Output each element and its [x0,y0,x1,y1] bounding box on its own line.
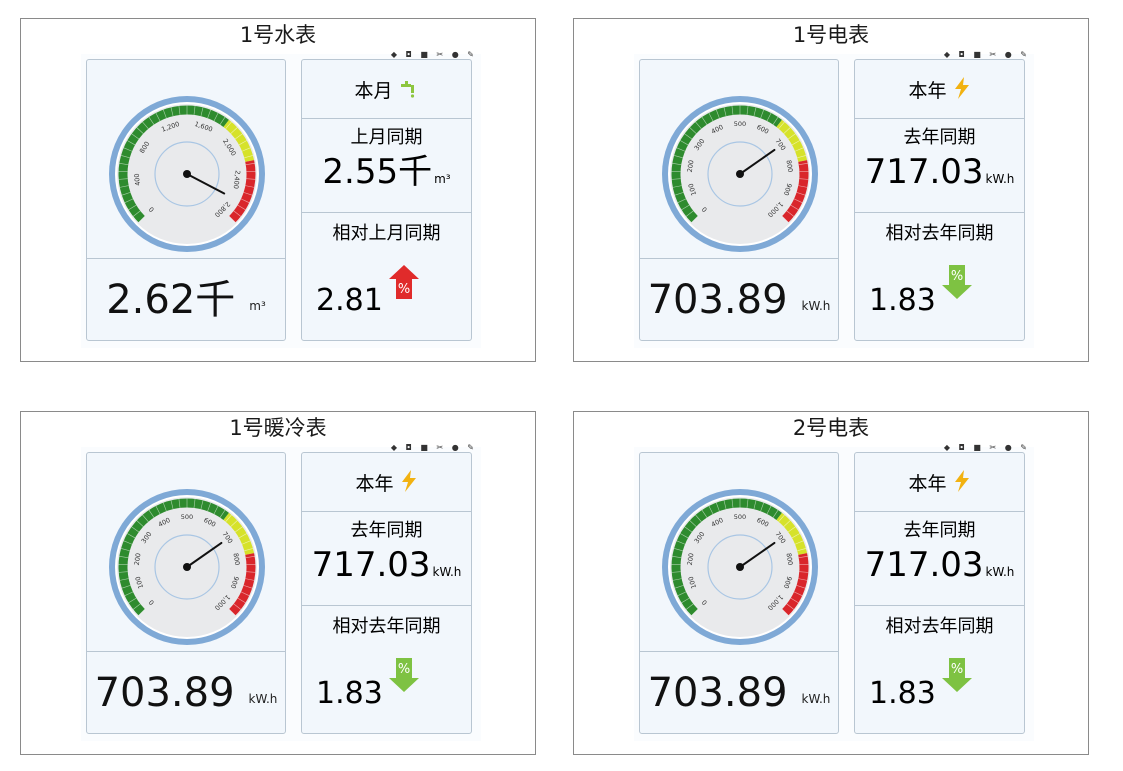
relative-change: 相对去年同期 1.83 % [855,605,1024,733]
current-value: 703.89 [647,670,788,716]
percent-down-arrow-icon: % [389,658,419,692]
period-label: 本年 [908,79,947,102]
svg-text:%: % [398,662,410,677]
gauge-hub [183,563,191,571]
previous-period: 去年同期 717.03 kW.h [855,511,1024,606]
current-unit: kW.h [801,299,831,313]
period-label: 本年 [355,472,394,495]
panel-title: 1号暖冷表 [229,416,327,440]
previous-value: 2.55千 [322,152,433,192]
meter-widget: ◆ ◘ ■ ✂ ● ✎ 0 100 200 300 400 500 600 700 800 900… [81,443,481,741]
panel-title: 2号电表 [792,416,870,440]
previous-label: 去年同期 [350,520,423,541]
relative-value: 1.83 [316,676,383,711]
previous-unit: kW.h [432,565,462,579]
svg-text:%: % [951,269,963,284]
gauge-hub [736,563,744,571]
stats-card: 本年 去年同期 717.03 kW.h 相对去年同期 1.83 % [854,452,1025,734]
relative-label: 相对去年同期 [332,616,441,637]
meter-panel-electric-1: 1号电表 ◆ ◘ ■ ✂ ● ✎ 0 100 200 300 400 500 600 700 8… [573,18,1089,362]
current-reading: 2.62千 m³ [87,260,285,340]
previous-period: 去年同期 717.03 kW.h [302,511,471,606]
stats-card: 本年 去年同期 717.03 kW.h 相对去年同期 1.83 % [854,59,1025,341]
gauge-card: 0 100 200 300 400 500 600 700 800 900 1,000 703.89… [639,452,839,734]
previous-unit: kW.h [985,565,1015,579]
previous-label: 去年同期 [903,520,976,541]
lightning-icon [953,469,971,495]
gauge-tick-label: 500 [734,120,746,128]
svg-text:%: % [951,662,963,677]
previous-value: 717.03 [864,545,984,585]
gauge-card: 0 100 200 300 400 500 600 700 800 900 1,000 703.89… [86,452,286,734]
previous-label: 去年同期 [903,127,976,148]
svg-text:%: % [398,282,410,297]
percent-down-arrow-icon: % [942,265,972,299]
relative-value: 1.83 [869,676,936,711]
lightning-icon [400,469,418,495]
dial-gauge: 0100200300400 500 6007008009001,000 [662,489,818,645]
period-label: 本年 [908,472,947,495]
previous-value: 717.03 [864,152,984,192]
gauge-hub [736,170,744,178]
relative-value: 1.83 [869,283,936,318]
stats-card: 本年 去年同期 717.03 kW.h 相对去年同期 1.83 % [301,452,472,734]
meter-panel-heating-cooling-1: 1号暖冷表 ◆ ◘ ■ ✂ ● ✎ 0 100 200 300 400 500 600 700… [20,411,536,755]
gauge-hub [183,170,191,178]
meter-widget: ◆ ◘ ■ ✂ ● ✎ 0 400 800 1,200 1,600 2,000 2,400 2… [81,50,481,348]
lightning-icon [953,76,971,102]
current-reading: 703.89 kW.h [640,653,838,733]
previous-period: 去年同期 717.03 kW.h [855,118,1024,213]
current-unit: kW.h [801,692,831,706]
current-value: 703.89 [647,277,788,323]
dial-gauge: 0100200300400 500 6007008009001,000 [109,489,265,645]
current-unit: m³ [249,299,266,313]
current-unit: kW.h [248,692,278,706]
relative-change: 相对去年同期 1.83 % [302,605,471,733]
meter-widget: ◆ ◘ ■ ✂ ● ✎ 0 100 200 300 400 500 600 700 800 900… [634,50,1034,348]
gauge-tick-label: 500 [181,513,193,521]
dial-gauge: 04008001,200 1,6002,0002,4002,800 [109,96,265,252]
current-value: 703.89 [94,670,235,716]
dial-gauge: 0100200300400 500 6007008009001,000 [662,96,818,252]
relative-label: 相对去年同期 [885,223,994,244]
current-reading: 703.89 kW.h [87,653,285,733]
relative-change: 相对上月同期 2.81 % [302,212,471,340]
relative-label: 相对上月同期 [332,223,441,244]
relative-change: 相对去年同期 1.83 % [855,212,1024,340]
meter-panel-electric-2: 2号电表 ◆ ◘ ■ ✂ ● ✎ 0 100 200 300 400 500 600 700 8… [573,411,1089,755]
period-selector[interactable]: 本年 [855,453,1024,512]
period-selector[interactable]: 本年 [855,60,1024,119]
period-selector[interactable]: 本年 [302,453,471,512]
period-selector[interactable]: 本月 [302,60,471,119]
percent-down-arrow-icon: % [942,658,972,692]
previous-value: 717.03 [311,545,431,585]
gauge-card: 0 400 800 1,200 1,600 2,000 2,400 2,800 2.62千 m… [86,59,286,341]
gauge-card: 0 100 200 300 400 500 600 700 800 900 1,000 703.89… [639,59,839,341]
percent-up-arrow-icon: % [389,265,419,299]
stats-card: 本月 上月同期 2.55千 m³ 相对上月同期 2.81 % [301,59,472,341]
period-label: 本月 [354,79,393,102]
previous-unit: m³ [434,172,451,186]
panel-title: 1号电表 [792,23,870,47]
gauge-tick-label: 500 [734,513,746,521]
current-reading: 703.89 kW.h [640,260,838,340]
meter-panel-water-1: 1号水表 ◆ ◘ ■ ✂ ● ✎ 0 400 800 1,200 1,600 2,000 2… [20,18,536,362]
water-tap-icon [399,78,419,101]
current-value: 2.62千 [106,277,236,323]
relative-value: 2.81 [316,283,383,318]
meter-widget: ◆ ◘ ■ ✂ ● ✎ 0 100 200 300 400 500 600 700 800 900… [634,443,1034,741]
gauge-tick-label: 400 [133,173,142,186]
previous-label: 上月同期 [350,127,423,148]
previous-period: 上月同期 2.55千 m³ [302,118,471,213]
panel-title: 1号水表 [239,23,317,47]
previous-unit: kW.h [985,172,1015,186]
relative-label: 相对去年同期 [885,616,994,637]
